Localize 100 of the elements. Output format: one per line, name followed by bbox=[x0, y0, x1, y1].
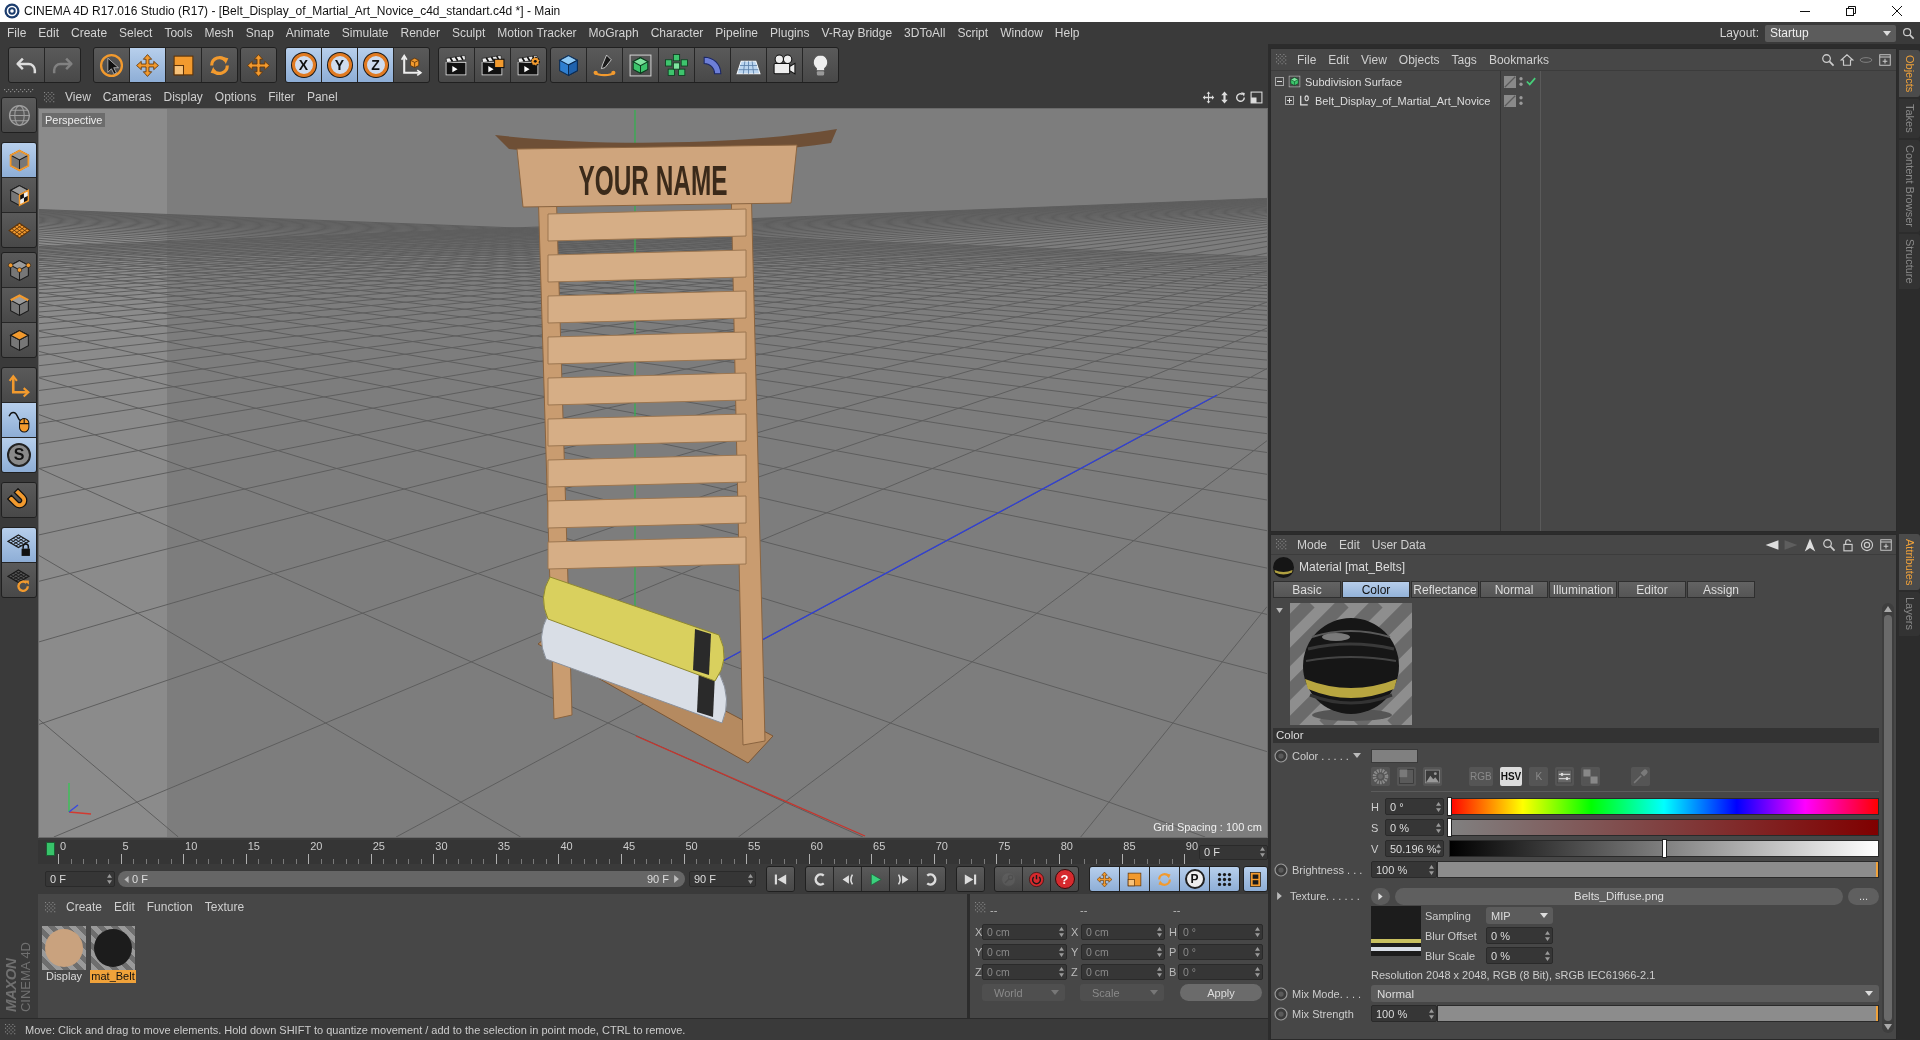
brightness-field[interactable]: 100 % bbox=[1371, 861, 1437, 878]
tab[interactable]: Basic bbox=[1273, 581, 1341, 598]
layout-dropdown[interactable]: Startup bbox=[1765, 24, 1896, 42]
dock-tab[interactable]: Objects bbox=[1899, 50, 1920, 98]
search-icon[interactable] bbox=[1821, 52, 1835, 67]
menu-item[interactable]: Filter bbox=[262, 88, 301, 106]
pen-button[interactable] bbox=[587, 48, 622, 82]
floor-button[interactable] bbox=[731, 48, 766, 82]
move-tool-button[interactable] bbox=[241, 48, 276, 82]
point-level-key-button[interactable] bbox=[1210, 867, 1239, 891]
value-field[interactable]: 0 ° bbox=[1385, 798, 1444, 815]
menu-item[interactable]: Bookmarks bbox=[1482, 50, 1555, 69]
autokey-button[interactable] bbox=[1023, 867, 1050, 891]
move-arrows-icon[interactable] bbox=[1202, 90, 1215, 104]
camera-button[interactable] bbox=[767, 48, 802, 82]
toolbar-grip-icon[interactable] bbox=[4, 89, 34, 93]
menu-item[interactable]: Mode bbox=[1291, 535, 1334, 554]
menu-item[interactable]: Tags bbox=[1445, 50, 1483, 69]
tab[interactable]: Normal bbox=[1480, 581, 1548, 598]
cloner-button[interactable] bbox=[659, 48, 694, 82]
y-axis-button[interactable]: Y bbox=[322, 48, 357, 82]
saturation-slider[interactable] bbox=[1449, 819, 1879, 836]
menu-item[interactable]: Tools bbox=[158, 24, 199, 42]
menu-item[interactable]: Display bbox=[157, 88, 209, 106]
menu-item[interactable]: File bbox=[1, 24, 33, 42]
collapse-triangle-icon[interactable] bbox=[1276, 608, 1283, 613]
hsv-button[interactable]: HSV bbox=[1499, 766, 1523, 786]
menu-item[interactable]: Texture bbox=[198, 898, 251, 916]
panel-grip-icon[interactable] bbox=[5, 1024, 16, 1035]
play-button[interactable] bbox=[862, 867, 889, 891]
step-forward-button[interactable] bbox=[890, 867, 917, 891]
left-triangle-icon[interactable] bbox=[123, 875, 129, 883]
model-mode-button[interactable] bbox=[2, 143, 36, 177]
key-selection-button[interactable]: ? bbox=[1051, 867, 1078, 891]
panel-grip-icon[interactable] bbox=[44, 91, 55, 103]
go-to-end-button[interactable] bbox=[957, 867, 984, 891]
panel-grip-icon[interactable] bbox=[1276, 54, 1287, 65]
menu-item[interactable]: Window bbox=[994, 24, 1049, 42]
menu-item[interactable]: MoGraph bbox=[582, 24, 645, 42]
check-icon[interactable] bbox=[1526, 77, 1536, 86]
brightness-slider[interactable] bbox=[1437, 861, 1879, 878]
picture-button[interactable] bbox=[1423, 766, 1442, 786]
menu-item[interactable]: Edit bbox=[1333, 535, 1366, 554]
slashed-square-icon[interactable] bbox=[1504, 75, 1516, 88]
scale-key-button[interactable] bbox=[1120, 867, 1149, 891]
previous-key-button[interactable] bbox=[806, 867, 833, 891]
menu-item[interactable]: Plugins bbox=[764, 24, 816, 42]
undo-button[interactable] bbox=[9, 48, 44, 82]
frame-range-slider[interactable]: 0 F 90 F bbox=[117, 871, 685, 887]
scale-tool-button[interactable] bbox=[166, 48, 201, 82]
menu-item[interactable]: View bbox=[1355, 50, 1393, 69]
start-frame-field[interactable]: 0 F bbox=[45, 871, 115, 887]
polygons-mode-button[interactable] bbox=[2, 323, 36, 357]
slider-thumb[interactable] bbox=[1447, 797, 1452, 816]
radio-circle-icon[interactable] bbox=[1274, 1006, 1288, 1021]
menu-item[interactable]: V-Ray Bridge bbox=[815, 24, 899, 42]
right-triangle-icon[interactable] bbox=[673, 875, 679, 883]
menu-item[interactable]: Create bbox=[60, 898, 109, 916]
render-settings-button[interactable] bbox=[511, 48, 546, 82]
subdivision-button[interactable] bbox=[623, 48, 658, 82]
points-mode-button[interactable] bbox=[2, 253, 36, 287]
expand-box-icon[interactable] bbox=[1285, 96, 1294, 105]
texture-file-field[interactable]: Belts_Diffuse.png bbox=[1395, 887, 1843, 905]
menu-item[interactable]: Simulate bbox=[335, 24, 395, 42]
axis-mode-button[interactable] bbox=[2, 368, 36, 402]
collapse-box-icon[interactable] bbox=[1275, 77, 1284, 86]
value-slider[interactable] bbox=[1449, 840, 1879, 857]
slashed-square-icon[interactable] bbox=[1504, 94, 1516, 107]
radio-circle-icon[interactable] bbox=[1274, 986, 1288, 1001]
deformer-button[interactable] bbox=[695, 48, 730, 82]
viewport-canvas[interactable]: YOUR NAME Perspective Grid Spacing : 100 cm bbox=[38, 108, 1268, 838]
z-axis-button[interactable]: Z bbox=[358, 48, 393, 82]
mix-mode-dropdown[interactable]: Normal bbox=[1371, 985, 1879, 1002]
tab[interactable]: Reflectance bbox=[1411, 581, 1479, 598]
next-key-button[interactable] bbox=[918, 867, 945, 891]
color-wheel-button[interactable] bbox=[1371, 766, 1390, 786]
radio-circle-icon[interactable] bbox=[1274, 748, 1288, 763]
tweak-mode-button[interactable] bbox=[2, 403, 36, 437]
material-name[interactable]: Display bbox=[44, 970, 84, 983]
panel-grip-icon[interactable] bbox=[45, 902, 56, 913]
menu-item[interactable]: Edit bbox=[108, 898, 141, 916]
object-name[interactable]: Subdivision Surface bbox=[1305, 75, 1403, 88]
cube-button[interactable] bbox=[551, 48, 586, 82]
workplane-mode-button[interactable] bbox=[2, 213, 36, 247]
menu-item[interactable]: Pipeline bbox=[709, 24, 765, 42]
menu-item[interactable]: Cameras bbox=[96, 88, 158, 106]
grid-lock-button[interactable] bbox=[2, 528, 36, 562]
step-back-button[interactable] bbox=[834, 867, 861, 891]
menu-item[interactable]: Edit bbox=[1322, 50, 1356, 69]
two-dots-icon[interactable] bbox=[1519, 76, 1523, 87]
playhead[interactable] bbox=[46, 842, 55, 856]
render-view-button[interactable] bbox=[439, 48, 474, 82]
plus-square-icon[interactable] bbox=[1878, 52, 1892, 67]
menu-item[interactable]: Objects bbox=[1392, 50, 1446, 69]
radio-circle-icon[interactable] bbox=[1274, 862, 1288, 877]
select-tool-button[interactable] bbox=[94, 48, 129, 82]
mixer-button[interactable] bbox=[1555, 766, 1575, 786]
end-frame-field[interactable]: 90 F bbox=[688, 871, 756, 887]
tab[interactable]: Color bbox=[1342, 581, 1410, 598]
panel-grip-icon[interactable] bbox=[975, 902, 986, 913]
